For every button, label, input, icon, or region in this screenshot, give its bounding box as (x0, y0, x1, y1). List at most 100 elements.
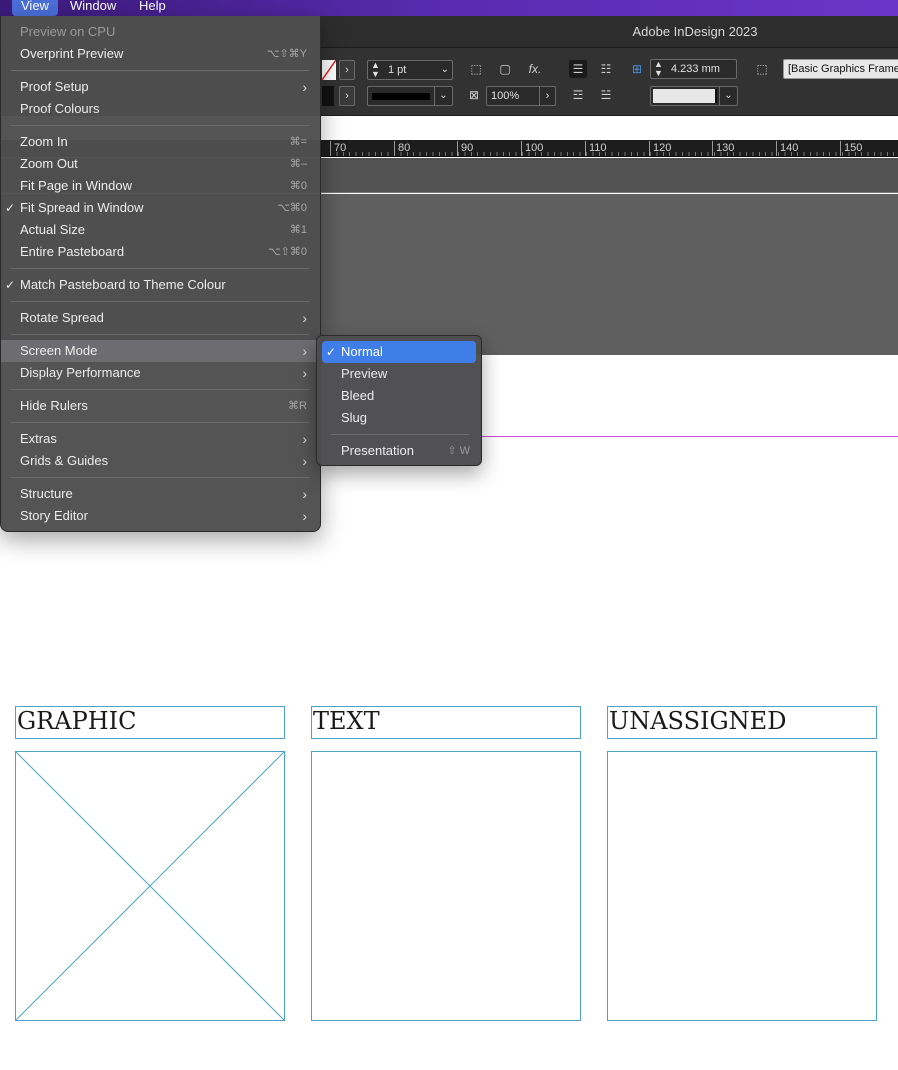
menu-item-proof-colours[interactable]: Proof Colours (1, 98, 320, 120)
stroke-type-select[interactable]: ⌄ (367, 86, 453, 106)
menu-separator (11, 422, 309, 423)
frame-border-icon[interactable]: ▢ (496, 60, 514, 78)
menu-item-proof-setup[interactable]: Proof Setup › (1, 76, 320, 98)
ruler-tick-label: 80 (394, 141, 410, 156)
menu-item-label: Fit Spread in Window (20, 200, 144, 215)
menu-item-label: Fit Page in Window (20, 178, 132, 193)
menu-item-overprint-preview[interactable]: Overprint Preview ⌥⇧⌘Y (1, 43, 320, 65)
opacity-icon: ⊠ (468, 88, 480, 102)
graphic-label-frame[interactable]: GRAPHIC (15, 706, 285, 739)
stroke-sample-line (372, 93, 430, 100)
submenu-item-slug[interactable]: Slug (322, 407, 476, 429)
chevron-right-icon[interactable]: › (539, 87, 555, 105)
chevron-right-icon: › (302, 365, 307, 381)
unassigned-frame[interactable] (607, 751, 877, 1021)
text-frame[interactable] (311, 751, 581, 1021)
menu-item-label: Proof Colours (20, 101, 100, 116)
graphic-label: GRAPHIC (17, 707, 137, 735)
menu-item-fit-page[interactable]: Fit Page in Window ⌘0 (1, 175, 320, 197)
spacing-field[interactable]: ▲ ▼ 4.233 mm (650, 59, 737, 79)
stroke-arrow-button[interactable]: › (339, 86, 355, 106)
chevron-right-icon: › (302, 431, 307, 447)
chevron-right-icon: › (302, 453, 307, 469)
screen: { "menubar": { "items": ["View", "Window… (0, 0, 898, 1070)
menu-item-fit-spread[interactable]: ✓ Fit Spread in Window ⌥⌘0 (1, 197, 320, 219)
stroke-swatch[interactable] (322, 86, 334, 106)
menu-item-display-performance[interactable]: Display Performance › (1, 362, 320, 384)
stroke-weight-field[interactable]: ▲ ▼ 1 pt ⌄ (367, 60, 453, 80)
auto-fit-icon[interactable]: ⊞ (628, 60, 646, 78)
menu-item-rotate-spread[interactable]: Rotate Spread › (1, 307, 320, 329)
ruler-tick-label: 90 (457, 141, 473, 156)
opacity-field[interactable]: 100% › (486, 86, 556, 106)
menu-item-shortcut: ⌘0 (289, 180, 307, 192)
menu-item-entire-pasteboard[interactable]: Entire Pasteboard ⌥⇧⌘0 (1, 241, 320, 263)
wrap-none-icon[interactable]: ☰ (569, 60, 587, 78)
menu-item-match-pasteboard[interactable]: ✓ Match Pasteboard to Theme Colour (1, 274, 320, 296)
none-swatch-icon (321, 59, 337, 81)
wrap-jump-object-icon[interactable]: ☱ (597, 86, 615, 104)
submenu-item-label: Normal (341, 344, 383, 359)
checkmark-icon: ✓ (5, 201, 16, 215)
chevron-down-icon[interactable]: ⌄ (719, 87, 737, 105)
menu-help[interactable]: Help (130, 0, 175, 16)
checkmark-icon: ✓ (5, 278, 16, 292)
ruler-tick-label: 100 (521, 141, 543, 156)
screen-mode-submenu: ✓ Normal Preview Bleed Slug Presentation… (316, 335, 482, 466)
fill-arrow-button[interactable]: › (339, 60, 355, 80)
chevron-right-icon: › (302, 310, 307, 326)
menu-view[interactable]: View (12, 0, 58, 16)
menu-item-screen-mode[interactable]: Screen Mode › (1, 340, 320, 362)
ruler-tick-label: 70 (330, 141, 346, 156)
submenu-item-presentation[interactable]: Presentation ⇧ W (322, 440, 476, 462)
menu-item-label: Story Editor (20, 508, 88, 523)
menu-item-story-editor[interactable]: Story Editor › (1, 505, 320, 527)
wrap-object-shape-icon[interactable]: ☲ (569, 86, 587, 104)
menu-item-label: Extras (20, 431, 57, 446)
chevron-down-icon[interactable]: ⌄ (434, 87, 452, 105)
stepper-icon[interactable]: ▲ ▼ (371, 61, 380, 79)
text-label: TEXT (313, 707, 380, 735)
corner-sample (653, 89, 717, 103)
wrap-bounding-box-icon[interactable]: ☷ (597, 60, 615, 78)
corner-options-select[interactable]: ⌄ (650, 86, 738, 106)
menu-item-structure[interactable]: Structure › (1, 483, 320, 505)
ruler-tick-label: 110 (585, 141, 607, 156)
submenu-item-label: Preview (341, 366, 388, 381)
menu-item-grids-guides[interactable]: Grids & Guides › (1, 450, 320, 472)
submenu-item-shortcut: ⇧ W (447, 445, 470, 457)
ruler-tick-label: 150 (840, 141, 862, 156)
menu-separator (331, 434, 469, 435)
menu-item-shortcut: ⌘1 (289, 224, 307, 236)
ruler-tick-label: 130 (712, 141, 734, 156)
menu-item-actual-size[interactable]: Actual Size ⌘1 (1, 219, 320, 241)
effects-icon[interactable]: fx. (526, 60, 544, 78)
menu-separator (11, 334, 309, 335)
menu-item-shortcut: ⌘– (289, 158, 307, 170)
menu-item-hide-rulers[interactable]: Hide Rulers ⌘R (1, 395, 320, 417)
text-label-frame[interactable]: TEXT (311, 706, 581, 739)
menu-item-zoom-out[interactable]: Zoom Out ⌘– (1, 153, 320, 175)
menu-item-label: Rotate Spread (20, 310, 104, 325)
menu-item-label: Zoom In (20, 134, 68, 149)
graphic-frame[interactable] (15, 751, 285, 1021)
menu-item-label: Match Pasteboard to Theme Colour (20, 277, 226, 292)
submenu-item-normal[interactable]: ✓ Normal (322, 341, 476, 363)
submenu-item-bleed[interactable]: Bleed (322, 385, 476, 407)
stepper-icon[interactable]: ▲ ▼ (654, 60, 663, 78)
menu-window[interactable]: Window (61, 0, 125, 16)
menu-separator (11, 477, 309, 478)
menu-item-zoom-in[interactable]: Zoom In ⌘= (1, 131, 320, 153)
chevron-down-icon[interactable]: ⌄ (441, 61, 449, 79)
fill-swatch[interactable] (321, 59, 337, 81)
submenu-item-label: Slug (341, 410, 368, 425)
frame-fitting-icon[interactable]: ⬚ (467, 60, 485, 78)
menu-item-shortcut: ⌥⌘0 (277, 202, 307, 214)
menu-item-extras[interactable]: Extras › (1, 428, 320, 450)
menu-item-label: Hide Rulers (20, 398, 88, 413)
menu-item-preview-on-cpu: Preview on CPU (1, 21, 320, 43)
submenu-item-preview[interactable]: Preview (322, 363, 476, 385)
opacity-value: 100% (491, 90, 520, 102)
unassigned-label-frame[interactable]: UNASSIGNED (607, 706, 877, 739)
object-style-field[interactable]: [Basic Graphics Frame (783, 59, 898, 79)
